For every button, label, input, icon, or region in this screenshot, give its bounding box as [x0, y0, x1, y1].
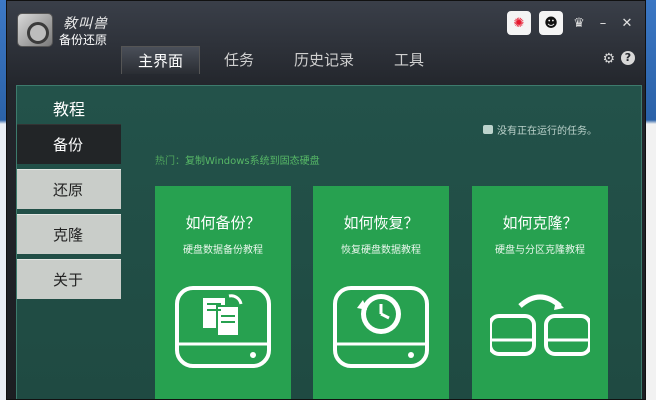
hot-topic: 热门：复制Windows系统到固态硬盘 [155, 152, 320, 167]
sidebar-item-clone[interactable]: 克隆 [17, 214, 121, 254]
card-restore[interactable]: 如何恢复？ 恢复硬盘数据教程 [313, 186, 449, 399]
brand-subtitle: 备份还原 [59, 33, 108, 47]
tab-home[interactable]: 主界面 [121, 46, 201, 74]
card-subtitle: 硬盘与分区克隆教程 [495, 245, 585, 256]
task-status-text: 没有正在运行的任务。 [497, 126, 597, 137]
sidebar-item-backup[interactable]: 备份 [17, 124, 121, 164]
title-bar-icons: ✺ ☻ ♛ – ✕ [507, 11, 635, 35]
sidebar-item-about[interactable]: 关于 [17, 259, 121, 299]
tutorial-panel: 教程 备份 还原 克隆 关于 没有正在运行的任务。 热门：复制Windows系统… [16, 85, 642, 399]
help-icon[interactable]: ? [621, 51, 635, 65]
hot-topic-link[interactable]: 复制Windows系统到固态硬盘 [185, 156, 320, 167]
weibo-icon[interactable]: ✺ [507, 11, 531, 35]
sidebar-item-restore[interactable]: 还原 [17, 169, 121, 209]
skin-icon[interactable]: ♛ [571, 16, 587, 31]
card-backup[interactable]: 如何备份？ 硬盘数据备份教程 [155, 186, 291, 399]
sidebar: 备份 还原 克隆 关于 [17, 124, 121, 304]
task-status: 没有正在运行的任务。 [483, 122, 597, 137]
main-tabs: 主界面 任务 历史记录 工具 [121, 46, 448, 74]
card-subtitle: 恢复硬盘数据教程 [341, 245, 421, 256]
hot-prefix: 热门： [155, 156, 185, 167]
brand-script: 敎叫兽 [63, 16, 108, 32]
tab-tools[interactable]: 工具 [378, 46, 440, 74]
restore-clock-icon [333, 286, 429, 368]
tab-tasks[interactable]: 任务 [208, 46, 270, 74]
card-title: 如何克隆？ [502, 214, 578, 232]
settings-help: ⚙ ? [602, 51, 635, 67]
card-clone[interactable]: 如何克隆？ 硬盘与分区克隆教程 [472, 186, 608, 399]
qq-icon[interactable]: ☻ [539, 11, 563, 35]
card-title: 如何备份？ [185, 214, 261, 232]
minimize-icon[interactable]: – [595, 16, 611, 31]
backup-documents-icon [175, 286, 271, 368]
close-icon[interactable]: ✕ [619, 16, 635, 31]
tab-history[interactable]: 历史记录 [278, 46, 370, 74]
app-window: 敎叫兽 备份还原 ✺ ☻ ♛ – ✕ 主界面 任务 历史记录 工具 ⚙ ? 教程… [6, 0, 646, 400]
message-icon [483, 125, 493, 134]
clone-disks-icon [490, 294, 590, 356]
card-subtitle: 硬盘数据备份教程 [183, 245, 263, 256]
app-logo-icon [17, 13, 53, 47]
card-title: 如何恢复？ [343, 214, 419, 232]
panel-title: 教程 [53, 100, 86, 119]
gear-icon[interactable]: ⚙ [602, 51, 615, 67]
